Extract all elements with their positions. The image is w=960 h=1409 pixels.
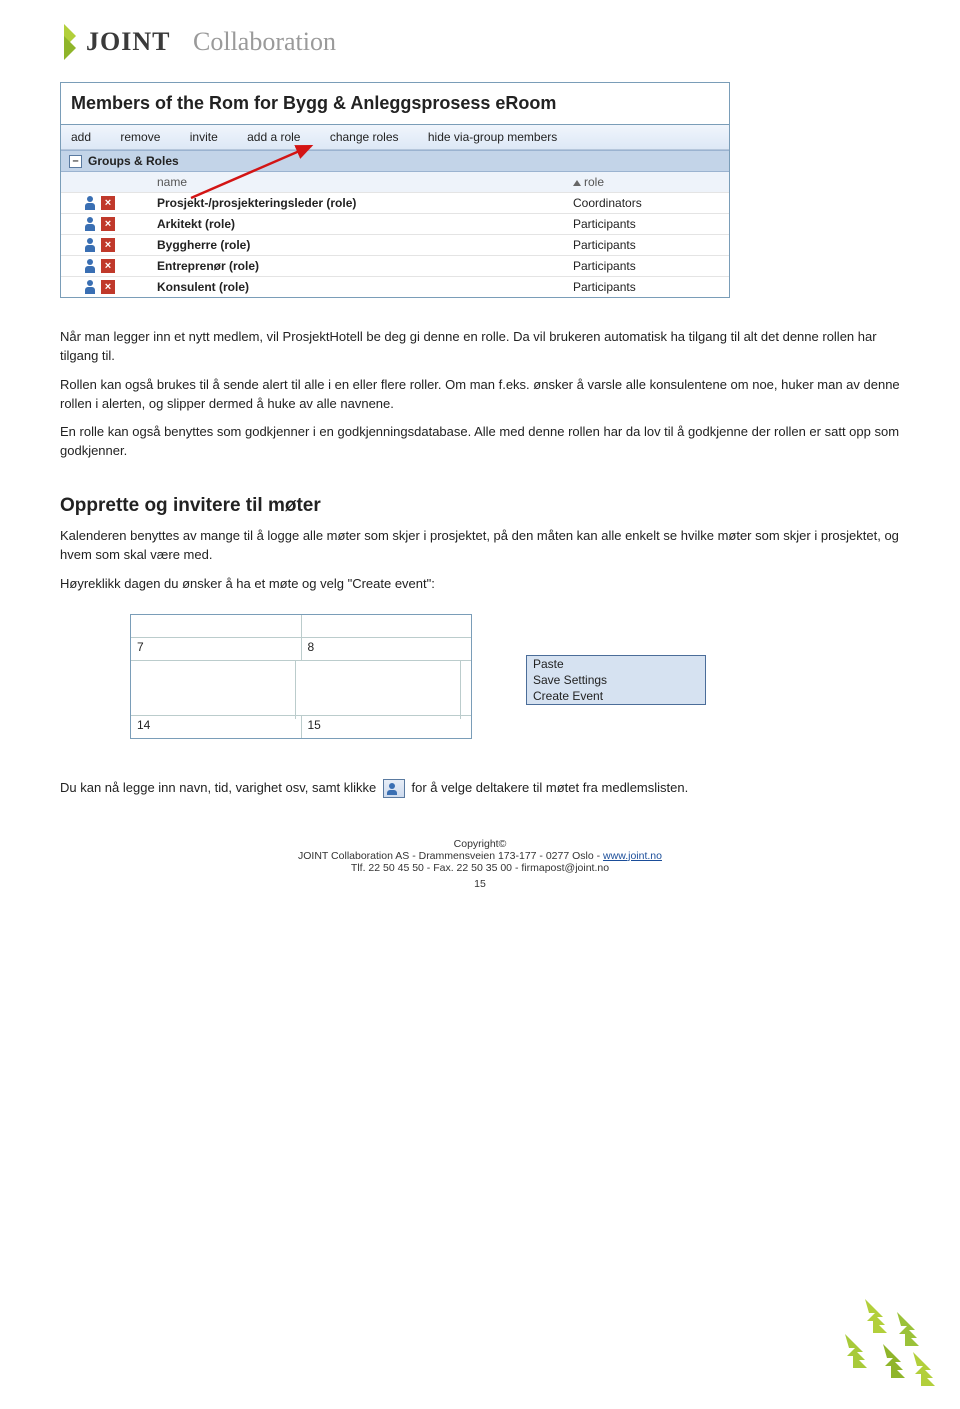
person-icon xyxy=(83,259,97,273)
cal-day-14[interactable]: 14 xyxy=(131,716,302,738)
decorative-corner-arrows xyxy=(835,1294,945,1394)
cal-day-7[interactable]: 7 xyxy=(131,638,302,660)
section2-paragraph-2: Høyreklikk dagen du ønsker å ha et møte … xyxy=(60,575,900,594)
toolbar-change-roles[interactable]: change roles xyxy=(330,130,399,144)
toolbar-remove[interactable]: remove xyxy=(120,130,160,144)
table-row[interactable]: × Entreprenør (role) Participants xyxy=(61,256,729,277)
toolbar: add remove invite add a role change role… xyxy=(61,125,729,150)
person-icon xyxy=(83,217,97,231)
window-title: Members of the Rom for Bygg & Anleggspro… xyxy=(61,83,729,125)
collapse-icon[interactable]: – xyxy=(69,155,82,168)
table-row[interactable]: × Byggherre (role) Participants xyxy=(61,235,729,256)
table-row[interactable]: × Konsulent (role) Participants xyxy=(61,277,729,297)
logo-word2: Collaboration xyxy=(193,27,336,56)
row-name: Byggherre (role) xyxy=(151,235,567,255)
section2-paragraph-1: Kalenderen benyttes av mange til å logge… xyxy=(60,527,900,565)
paragraph-3: En rolle kan også benyttes som godkjenne… xyxy=(60,423,900,461)
table-row[interactable]: × Prosjekt-/prosjekteringsleder (role) C… xyxy=(61,193,729,214)
toolbar-add[interactable]: add xyxy=(71,130,91,144)
row-role: Participants xyxy=(567,277,729,297)
header-role[interactable]: role xyxy=(567,172,729,192)
row-name: Arkitekt (role) xyxy=(151,214,567,234)
footer-address: JOINT Collaboration AS - Drammensveien 1… xyxy=(60,850,900,862)
delete-icon[interactable]: × xyxy=(101,280,115,294)
table-header-row: name role xyxy=(61,172,729,193)
section-heading: Opprette og invitere til møter xyxy=(60,495,900,517)
footer-contact: Tlf. 22 50 45 50 - Fax. 22 50 35 00 - fi… xyxy=(60,862,900,874)
person-icon xyxy=(83,196,97,210)
menu-create-event[interactable]: Create Event xyxy=(527,688,705,704)
menu-save-settings[interactable]: Save Settings xyxy=(527,672,705,688)
row-name: Entreprenør (role) xyxy=(151,256,567,276)
header-name[interactable]: name xyxy=(151,172,567,192)
delete-icon[interactable]: × xyxy=(101,196,115,210)
table-row[interactable]: × Arkitekt (role) Participants xyxy=(61,214,729,235)
members-window-screenshot: Members of the Rom for Bygg & Anleggspro… xyxy=(60,82,730,298)
menu-paste[interactable]: Paste xyxy=(527,656,705,672)
logo: JOINT Collaboration xyxy=(60,20,900,64)
section-label: Groups & Roles xyxy=(88,154,179,168)
section-groups-roles[interactable]: – Groups & Roles xyxy=(61,150,729,172)
footer-copyright: Copyright© xyxy=(60,838,900,850)
person-icon xyxy=(83,238,97,252)
sort-icon xyxy=(573,180,581,186)
row-name: Konsulent (role) xyxy=(151,277,567,297)
paragraph-2: Rollen kan også brukes til å sende alert… xyxy=(60,376,900,414)
toolbar-invite[interactable]: invite xyxy=(190,130,218,144)
select-participants-icon[interactable] xyxy=(383,779,405,798)
row-name: Prosjekt-/prosjekteringsleder (role) xyxy=(151,193,567,213)
toolbar-hide-via-group[interactable]: hide via-group members xyxy=(428,130,557,144)
person-icon xyxy=(83,280,97,294)
footer-link[interactable]: www.joint.no xyxy=(603,850,662,862)
logo-word1: JOINT xyxy=(86,27,170,56)
row-role: Participants xyxy=(567,256,729,276)
final-paragraph: Du kan nå legge inn navn, tid, varighet … xyxy=(60,779,900,798)
page-footer: Copyright© JOINT Collaboration AS - Dram… xyxy=(60,838,900,890)
cal-day-8[interactable]: 8 xyxy=(302,638,472,660)
row-role: Participants xyxy=(567,235,729,255)
toolbar-add-a-role[interactable]: add a role xyxy=(247,130,300,144)
delete-icon[interactable]: × xyxy=(101,238,115,252)
calendar-screenshot: 7 8 Paste Save Settings Create Event 14 … xyxy=(130,614,472,739)
delete-icon[interactable]: × xyxy=(101,259,115,273)
paragraph-1: Når man legger inn et nytt medlem, vil P… xyxy=(60,328,900,366)
context-menu: Paste Save Settings Create Event xyxy=(526,655,706,705)
row-role: Coordinators xyxy=(567,193,729,213)
cal-day-15[interactable]: 15 xyxy=(302,716,472,738)
row-role: Participants xyxy=(567,214,729,234)
delete-icon[interactable]: × xyxy=(101,217,115,231)
page-number: 15 xyxy=(60,878,900,890)
